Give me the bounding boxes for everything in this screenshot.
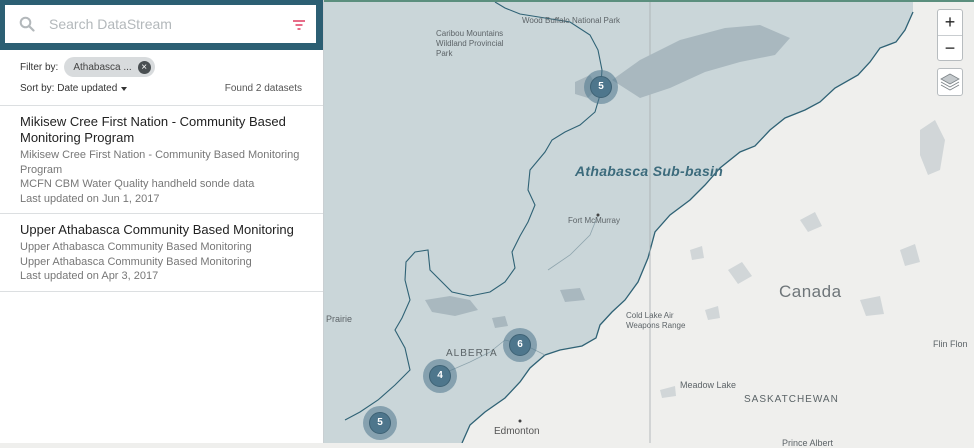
- label-fort-mcmurray: Fort McMurray: [568, 216, 620, 225]
- label-alberta: ALBERTA: [446, 348, 498, 359]
- result-updated: Last updated on Jun 1, 2017: [20, 192, 160, 205]
- result-title: Upper Athabasca Community Based Monitori…: [20, 222, 294, 237]
- result-description: MCFN CBM Water Quality handheld sonde da…: [20, 178, 255, 190]
- results-count: Found 2 datasets: [224, 83, 302, 94]
- label-meadow-lake: Meadow Lake: [680, 380, 737, 390]
- result-item[interactable]: Mikisew Cree First Nation - Community Ba…: [0, 106, 323, 214]
- basin-label: Athabasca Sub-basin: [575, 163, 724, 179]
- caret-down-icon: [121, 86, 128, 91]
- sort-label: Sort by: Date updated: [20, 83, 118, 94]
- search-bar: [0, 0, 323, 50]
- filter-label: Filter by:: [20, 61, 59, 73]
- label-cold-lake: Cold Lake Air Weapons Range: [626, 311, 686, 330]
- filter-row: Filter by: Athabasca ... ×: [20, 57, 155, 77]
- label-wood-buffalo: Wood Buffalo National Park: [522, 16, 620, 25]
- country-label: Canada: [779, 282, 842, 301]
- filter-chip[interactable]: Athabasca ... ×: [64, 57, 155, 77]
- cluster-count: 5: [590, 76, 612, 98]
- search-icon: [19, 16, 35, 32]
- result-title: Mikisew Cree First Nation - Community Ba…: [20, 114, 286, 145]
- sidebar-panel: Filter by: Athabasca ... × Sort by: Date…: [0, 0, 324, 443]
- result-description: Upper Athabasca Community Based Monitori…: [20, 255, 252, 268]
- cluster-count: 5: [369, 412, 391, 434]
- label-prairie: Prairie: [326, 314, 353, 324]
- cluster-count: 6: [509, 334, 531, 356]
- sort-dropdown[interactable]: Sort by: Date updated: [20, 83, 128, 94]
- search-box: [5, 5, 316, 43]
- result-updated: Last updated on Apr 3, 2017: [20, 270, 159, 282]
- zoom-in-button[interactable]: +: [938, 10, 962, 35]
- label-flin-flon: Flin Flon: [933, 339, 968, 349]
- label-saskatchewan: SASKATCHEWAN: [744, 394, 839, 405]
- label-edmonton: Edmonton: [494, 426, 540, 437]
- search-input[interactable]: [49, 14, 279, 34]
- results-list: Mikisew Cree First Nation - Community Ba…: [0, 105, 323, 292]
- remove-filter-icon[interactable]: ×: [137, 60, 151, 74]
- label-caribou-mountains: Caribou Mountains Wildland Provincial Pa…: [436, 29, 504, 58]
- cluster-marker-south[interactable]: 5: [363, 406, 397, 440]
- map-top-border: [323, 0, 974, 2]
- zoom-out-button[interactable]: −: [938, 35, 962, 61]
- cluster-marker-north[interactable]: 5: [584, 70, 618, 104]
- zoom-control: + −: [937, 9, 963, 61]
- cluster-count: 4: [429, 365, 451, 387]
- filter-chip-label: Athabasca ...: [73, 61, 132, 73]
- label-prince-albert: Prince Albert: [782, 438, 834, 448]
- filter-icon[interactable]: [292, 19, 306, 31]
- result-organization: Upper Athabasca Community Based Monitori…: [20, 241, 252, 253]
- layers-button[interactable]: [937, 68, 963, 96]
- result-item[interactable]: Upper Athabasca Community Based Monitori…: [0, 214, 323, 292]
- cluster-marker-east[interactable]: 6: [503, 328, 537, 362]
- result-organization: Mikisew Cree First Nation - Community Ba…: [20, 149, 300, 176]
- cluster-marker-central[interactable]: 4: [423, 359, 457, 393]
- layers-icon: [940, 73, 960, 91]
